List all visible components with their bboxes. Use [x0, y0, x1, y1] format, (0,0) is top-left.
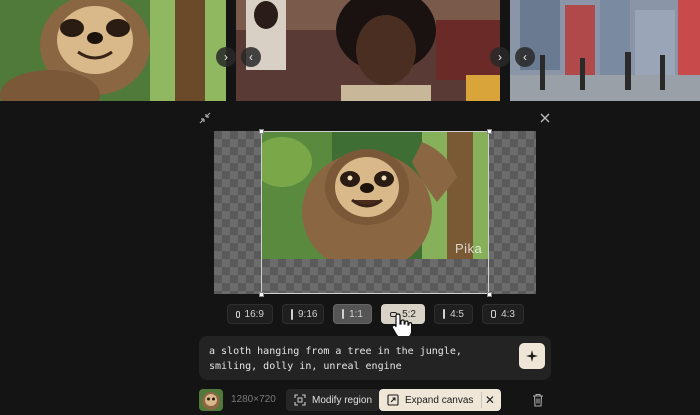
portrait-icon: [291, 308, 293, 320]
landscape-icon: [491, 310, 497, 318]
collapse-icon[interactable]: [198, 111, 212, 125]
prompt-input[interactable]: a sloth hanging from a tree in the jungl…: [199, 336, 551, 380]
ratio-9-16-button[interactable]: 9:16: [282, 304, 324, 324]
landscape-icon: [236, 310, 240, 318]
resize-handle-top-left[interactable]: [259, 129, 264, 134]
resize-handle-top-right[interactable]: [487, 129, 492, 134]
gallery-thumb-boy[interactable]: [236, 0, 500, 101]
modify-region-label: Modify region: [312, 394, 373, 406]
crop-frame[interactable]: [261, 131, 489, 294]
resolution-label: 1280×720: [231, 394, 276, 405]
generate-button[interactable]: [519, 343, 545, 369]
gallery-thumb-city[interactable]: [510, 0, 700, 101]
close-icon[interactable]: [538, 111, 552, 125]
expand-canvas-button[interactable]: Expand canvas ✕: [379, 389, 502, 411]
aspect-ratio-bar: 16:9 9:16 1:1 5:2 4:5 4:3: [227, 304, 524, 324]
ratio-label: 1:1: [349, 308, 363, 320]
gallery-prev-button[interactable]: ‹: [241, 47, 261, 67]
gallery-thumb-sloth[interactable]: [0, 0, 226, 101]
ratio-4-5-button[interactable]: 4:5: [434, 304, 473, 324]
prompt-text[interactable]: a sloth hanging from a tree in the jungl…: [209, 344, 509, 374]
square-icon: [342, 309, 345, 319]
ratio-label: 4:3: [501, 308, 515, 320]
gallery-prev-button-2[interactable]: ‹: [515, 47, 535, 67]
ratio-label: 16:9: [244, 308, 264, 320]
modify-region-button[interactable]: Modify region: [286, 389, 381, 411]
sparkle-icon: [526, 350, 538, 362]
gallery-next-button[interactable]: ›: [216, 47, 236, 67]
ratio-1-1-button[interactable]: 1:1: [333, 304, 372, 324]
focus-region-icon: [294, 394, 306, 406]
trash-icon[interactable]: [532, 393, 544, 407]
expand-canvas-icon: [387, 394, 399, 406]
ratio-16-9-button[interactable]: 16:9: [227, 304, 273, 324]
close-icon[interactable]: ✕: [481, 392, 497, 408]
portrait-icon: [443, 309, 446, 319]
ratio-label: 9:16: [298, 308, 318, 320]
ratio-label: 4:5: [450, 308, 464, 320]
ratio-4-3-button[interactable]: 4:3: [482, 304, 524, 324]
gallery-next-button-2[interactable]: ›: [490, 47, 510, 67]
source-thumbnail[interactable]: [199, 389, 223, 411]
expand-canvas-label: Expand canvas: [405, 394, 474, 406]
resize-handle-bottom-left[interactable]: [259, 292, 264, 297]
resize-handle-bottom-right[interactable]: [487, 292, 492, 297]
bottom-toolbar: 1280×720 Modify region Expand canvas ✕: [199, 389, 551, 411]
